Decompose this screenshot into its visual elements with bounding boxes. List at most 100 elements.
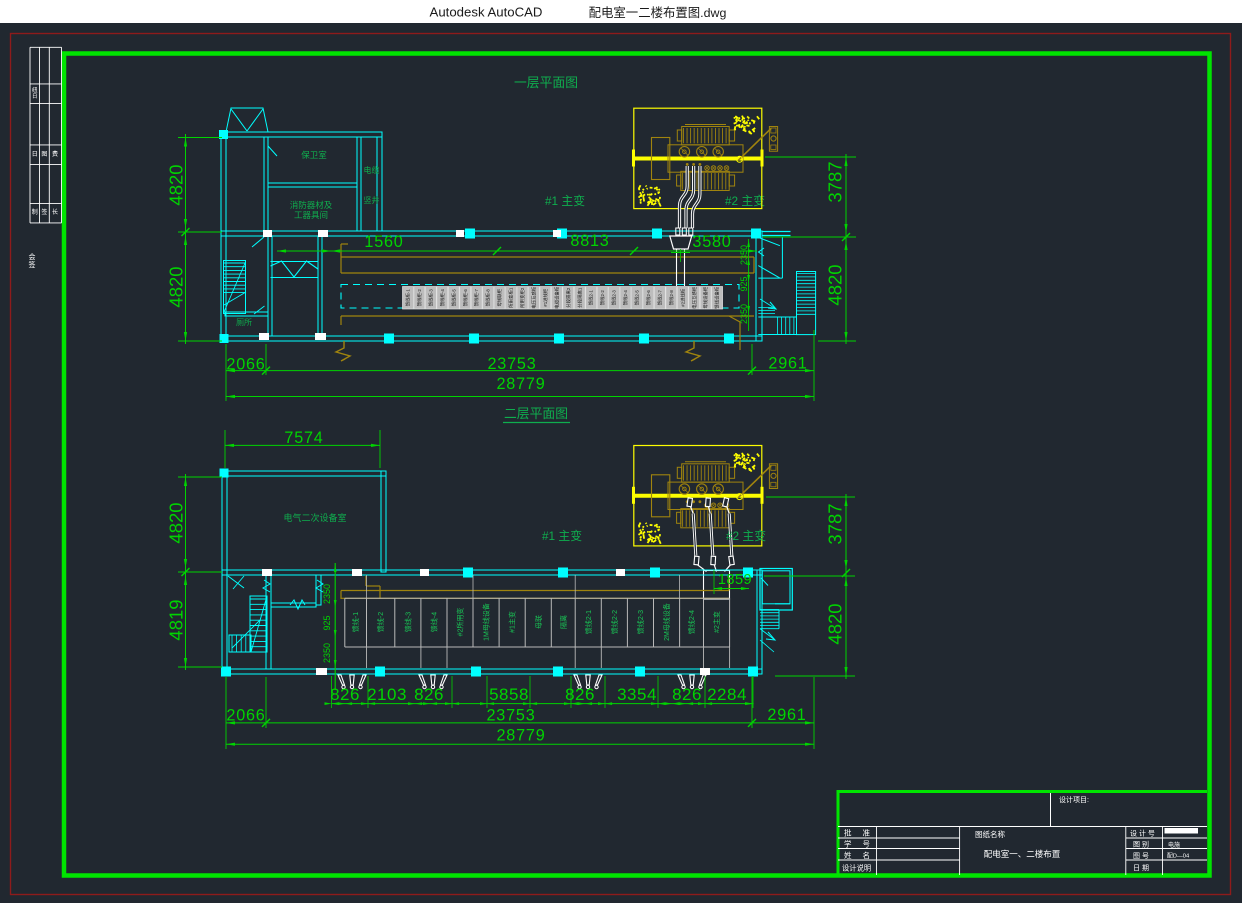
svg-text:厕所: 厕所 xyxy=(236,317,252,327)
svg-text:7574: 7574 xyxy=(284,429,323,447)
svg-text:2M母线设备: 2M母线设备 xyxy=(662,603,671,641)
svg-text:馈线柜-6: 馈线柜-6 xyxy=(462,289,469,307)
svg-text:电压互感柜: 电压互感柜 xyxy=(691,286,698,309)
svg-text:号: 号 xyxy=(863,840,871,849)
svg-text:3787: 3787 xyxy=(825,161,846,202)
svg-text:电压互感柜: 电压互感柜 xyxy=(531,286,538,309)
svg-text:电缆设备柜: 电缆设备柜 xyxy=(553,286,560,309)
svg-text:图 号: 图 号 xyxy=(1133,852,1149,860)
svg-text:#2 主变: #2 主变 xyxy=(725,194,765,208)
svg-text:二层平面图: 二层平面图 xyxy=(504,406,568,421)
svg-text:一层平面图: 一层平面图 xyxy=(514,75,578,90)
svg-text:4819: 4819 xyxy=(166,599,187,640)
svg-text:3580: 3580 xyxy=(692,233,731,251)
svg-text:馈线2-2: 馈线2-2 xyxy=(610,610,619,634)
svg-text:签: 签 xyxy=(29,260,36,269)
svg-text:3787: 3787 xyxy=(825,503,846,544)
svg-text:2961: 2961 xyxy=(768,355,807,373)
svg-text:签: 签 xyxy=(41,208,47,216)
svg-text:2066: 2066 xyxy=(226,707,265,725)
svg-text:2961: 2961 xyxy=(767,706,806,724)
svg-text:配电室一、二楼布置: 配电室一、二楼布置 xyxy=(984,849,1061,859)
svg-text:925: 925 xyxy=(322,615,332,630)
svg-text:28779: 28779 xyxy=(496,727,545,745)
svg-text:分段隔离2: 分段隔离2 xyxy=(565,287,572,308)
svg-text:馈线柜-7: 馈线柜-7 xyxy=(473,289,480,307)
svg-text:所用变柜2: 所用变柜2 xyxy=(519,287,526,308)
svg-text:竖: 竖 xyxy=(364,196,372,205)
svg-text:826: 826 xyxy=(565,685,595,704)
svg-text:#1 主变: #1 主变 xyxy=(542,529,582,543)
svg-text:日: 日 xyxy=(32,151,38,158)
svg-text:4820: 4820 xyxy=(166,164,187,205)
svg-text:准: 准 xyxy=(863,828,871,838)
svg-text:4820: 4820 xyxy=(166,266,187,307)
svg-text:日 期: 日 期 xyxy=(1133,864,1149,872)
svg-text:23753: 23753 xyxy=(487,355,536,373)
svg-text:馈线2-6: 馈线2-6 xyxy=(645,290,652,306)
svg-text:4820: 4820 xyxy=(166,502,187,543)
svg-text:会: 会 xyxy=(29,252,36,261)
svg-text:工器具间: 工器具间 xyxy=(294,210,328,220)
svg-text:Autodesk AutoCAD: Autodesk AutoCAD xyxy=(430,5,543,20)
svg-text:保卫室: 保卫室 xyxy=(301,150,327,160)
svg-text:925: 925 xyxy=(739,276,749,291)
svg-text:设计说明: 设计说明 xyxy=(842,864,871,873)
svg-text:826: 826 xyxy=(672,685,702,704)
svg-text:#1 主变: #1 主变 xyxy=(545,194,585,208)
svg-text:1859: 1859 xyxy=(718,572,752,588)
svg-text:母线设备柜: 母线设备柜 xyxy=(702,286,709,309)
svg-text:馈线-4: 馈线-4 xyxy=(429,612,438,632)
svg-text:馈线2-3: 馈线2-3 xyxy=(636,610,645,634)
svg-text:母线联柜: 母线联柜 xyxy=(496,288,503,306)
svg-text:4820: 4820 xyxy=(825,603,846,644)
svg-text:井: 井 xyxy=(372,195,380,205)
svg-text:#1进线柜: #1进线柜 xyxy=(542,288,549,307)
svg-text:馈线2-3: 馈线2-3 xyxy=(611,290,618,306)
svg-text:制: 制 xyxy=(32,208,38,216)
svg-text:分段隔离1: 分段隔离1 xyxy=(576,287,583,308)
svg-text:批: 批 xyxy=(844,828,852,838)
svg-text:馈线2-1: 馈线2-1 xyxy=(588,290,595,306)
svg-text:设计项目:: 设计项目: xyxy=(1059,795,1089,804)
svg-text:3354: 3354 xyxy=(617,685,657,704)
svg-text:馈线-2: 馈线-2 xyxy=(376,612,385,632)
svg-text:馈线2-4: 馈线2-4 xyxy=(687,610,696,634)
svg-text:馈线2-7: 馈线2-7 xyxy=(656,290,663,306)
svg-text:#1主变: #1主变 xyxy=(508,611,517,633)
svg-text:#2主变: #2主变 xyxy=(712,611,721,633)
svg-text:826: 826 xyxy=(330,685,360,704)
svg-text:长: 长 xyxy=(52,208,58,216)
svg-text:2350: 2350 xyxy=(739,245,749,265)
svg-text:馈线-1: 馈线-1 xyxy=(351,612,360,632)
svg-text:馈线2-8: 馈线2-8 xyxy=(668,290,675,306)
svg-text:8813: 8813 xyxy=(570,232,609,250)
svg-text:学: 学 xyxy=(844,839,852,849)
svg-text:#2所用变: #2所用变 xyxy=(456,608,465,637)
svg-text:2350: 2350 xyxy=(739,304,749,324)
svg-text:2284: 2284 xyxy=(707,685,747,704)
svg-text:所用变柜1: 所用变柜1 xyxy=(508,287,515,308)
svg-text:图纸名称: 图纸名称 xyxy=(975,829,1005,839)
svg-text:馈线柜-4: 馈线柜-4 xyxy=(439,289,446,307)
svg-text:馈线柜-1: 馈线柜-1 xyxy=(405,289,412,307)
svg-text:电气二次设备室: 电气二次设备室 xyxy=(283,512,346,523)
svg-text:缆: 缆 xyxy=(372,165,380,175)
svg-text:826: 826 xyxy=(414,685,444,704)
svg-text:图: 图 xyxy=(41,151,47,158)
svg-text:图 别: 图 别 xyxy=(1133,840,1149,849)
svg-text:母联: 母联 xyxy=(534,615,543,629)
svg-text:馈线柜-2: 馈线柜-2 xyxy=(416,289,423,307)
svg-text:配D—04: 配D—04 xyxy=(1167,853,1190,860)
svg-text:馈线2-4: 馈线2-4 xyxy=(622,290,629,306)
svg-text:28779: 28779 xyxy=(496,375,545,393)
svg-text:电施: 电施 xyxy=(1168,841,1180,849)
svg-text:名: 名 xyxy=(863,850,871,860)
svg-text:馈线2-1: 馈线2-1 xyxy=(584,610,593,634)
svg-text:配电室一二楼布置图.dwg: 配电室一二楼布置图.dwg xyxy=(589,5,727,20)
svg-text:5858: 5858 xyxy=(489,685,529,704)
svg-text:电: 电 xyxy=(364,165,372,175)
svg-text:4820: 4820 xyxy=(825,264,846,305)
svg-text:馈线2-5: 馈线2-5 xyxy=(634,290,641,306)
svg-text:隔离: 隔离 xyxy=(559,615,568,629)
